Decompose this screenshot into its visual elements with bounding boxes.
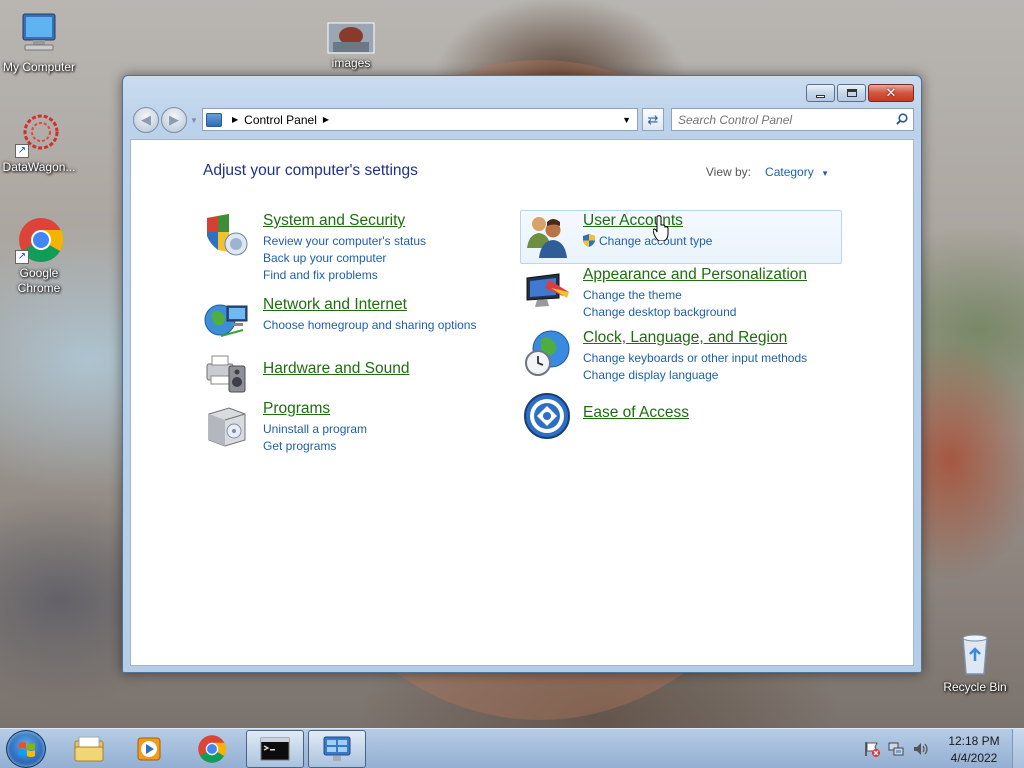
desktop-icon-label: DataWagon... <box>2 160 76 174</box>
image-file-icon <box>327 22 375 54</box>
back-button[interactable]: ◀ <box>133 107 159 133</box>
control-panel-window: ✕ ◀ ▶ ▼ ▶ Control Panel ▶ ▼ ⇄ Adjust you… <box>122 75 922 673</box>
chrome-icon: ↗ <box>15 216 64 264</box>
find-and-fix-problems-link[interactable]: Find and fix problems <box>263 267 426 284</box>
chrome-icon <box>198 735 226 763</box>
hardware-and-sound-link[interactable]: Hardware and Sound <box>263 360 410 378</box>
printer-speaker-icon <box>206 355 246 393</box>
volume-icon[interactable] <box>912 741 928 757</box>
security-shield-icon <box>207 214 248 256</box>
desktop-icon-google-chrome[interactable]: ↗ Google Chrome <box>0 216 79 296</box>
recycle-bin-icon <box>951 630 999 678</box>
uac-shield-icon <box>583 234 595 247</box>
view-by-dropdown[interactable]: Category ▼ <box>765 165 829 179</box>
desktop-icon-label: Google Chrome <box>17 266 61 295</box>
close-icon: ✕ <box>885 85 897 100</box>
change-display-language-link[interactable]: Change display language <box>583 367 807 384</box>
datawagon-icon: ↗ <box>15 110 63 158</box>
breadcrumb-chevron-icon[interactable]: ▶ <box>232 115 238 124</box>
change-keyboards-link[interactable]: Change keyboards or other input methods <box>583 350 807 367</box>
maximize-button[interactable] <box>837 84 866 102</box>
network-status-icon[interactable] <box>888 741 904 757</box>
search-input[interactable] <box>678 112 888 127</box>
taskbar-control-panel[interactable] <box>308 730 366 768</box>
desktop-icon-recycle-bin[interactable]: Recycle Bin <box>935 630 1015 695</box>
desktop-icon-label: images <box>331 56 371 70</box>
search-icon[interactable] <box>896 113 908 125</box>
programs-box-icon <box>208 407 246 447</box>
review-computer-status-link[interactable]: Review your computer's status <box>263 233 426 250</box>
get-programs-link[interactable]: Get programs <box>263 438 367 455</box>
desktop-icon-my-computer[interactable]: My Computer <box>0 10 79 75</box>
nav-arrows: ◀ ▶ ▼ <box>133 107 198 133</box>
network-globe-icon <box>204 304 248 337</box>
system-and-security-link[interactable]: System and Security <box>263 212 405 230</box>
command-prompt-icon <box>260 737 290 761</box>
ease-of-access-link[interactable]: Ease of Access <box>583 404 689 422</box>
navigation-bar: ◀ ▶ ▼ ▶ Control Panel ▶ ▼ ⇄ <box>130 107 914 135</box>
clock-globe-icon <box>525 330 570 376</box>
action-center-flag-icon[interactable] <box>864 741 880 757</box>
change-theme-link[interactable]: Change the theme <box>583 287 736 304</box>
start-button[interactable] <box>6 730 46 768</box>
change-account-type-link[interactable]: Change account type <box>583 233 712 250</box>
minimize-icon <box>816 94 825 98</box>
appearance-and-personalization-link[interactable]: Appearance and Personalization <box>583 266 807 284</box>
dropdown-arrow-icon: ▼ <box>821 169 829 178</box>
breadcrumb-control-panel[interactable]: Control Panel <box>244 113 317 127</box>
computer-icon <box>15 10 63 58</box>
window-controls: ✕ <box>806 84 914 102</box>
taskbar-file-explorer[interactable] <box>60 730 118 768</box>
show-desktop-button[interactable] <box>1012 729 1024 768</box>
taskbar-media-player[interactable] <box>120 730 178 768</box>
forward-button[interactable]: ▶ <box>161 107 187 133</box>
forward-arrow-icon: ▶ <box>169 112 179 127</box>
media-player-icon <box>137 737 161 761</box>
view-by-label: View by: <box>705 165 751 179</box>
address-dropdown-button[interactable]: ▼ <box>616 115 637 125</box>
windows-logo-icon <box>19 742 35 757</box>
taskbar-command-prompt[interactable] <box>246 730 304 768</box>
system-tray <box>864 741 928 757</box>
view-by-value: Category <box>765 165 814 179</box>
shortcut-arrow-icon: ↗ <box>15 250 29 264</box>
file-explorer-icon <box>74 736 104 762</box>
desktop-icon-datawagon[interactable]: ↗ DataWagon... <box>0 110 79 175</box>
clock-time: 12:18 PM <box>948 734 1000 748</box>
hand-cursor-icon <box>653 215 669 241</box>
shortcut-arrow-icon: ↗ <box>15 144 29 158</box>
uninstall-program-link[interactable]: Uninstall a program <box>263 421 367 438</box>
back-up-computer-link[interactable]: Back up your computer <box>263 250 426 267</box>
maximize-icon <box>846 89 857 97</box>
refresh-icon: ⇄ <box>647 111 659 127</box>
recent-pages-button[interactable]: ▼ <box>190 116 198 125</box>
ease-of-access-icon <box>524 393 570 439</box>
back-arrow-icon: ◀ <box>141 112 151 127</box>
desktop-icon-label: My Computer <box>2 60 76 74</box>
homegroup-sharing-link[interactable]: Choose homegroup and sharing options <box>263 317 476 334</box>
control-panel-icon <box>323 736 351 761</box>
desktop-icon-images[interactable]: images <box>311 22 391 71</box>
clock-date: 4/4/2022 <box>950 751 998 765</box>
close-button[interactable]: ✕ <box>868 84 914 102</box>
page-title: Adjust your computer's settings <box>203 162 418 179</box>
taskbar: 12:18 PM 4/4/2022 <box>0 728 1024 768</box>
taskbar-chrome[interactable] <box>183 730 241 768</box>
clock-language-region-link[interactable]: Clock, Language, and Region <box>583 329 787 347</box>
minimize-button[interactable] <box>806 84 835 102</box>
refresh-button[interactable]: ⇄ <box>642 108 664 131</box>
desktop-icon-label: Recycle Bin <box>943 680 1007 694</box>
search-box[interactable] <box>671 108 914 131</box>
content-area: Adjust your computer's settings View by:… <box>130 139 914 666</box>
user-accounts-icon <box>527 217 567 258</box>
change-desktop-background-link[interactable]: Change desktop background <box>583 304 736 321</box>
network-and-internet-link[interactable]: Network and Internet <box>263 296 407 314</box>
address-bar[interactable]: ▶ Control Panel ▶ ▼ <box>202 108 638 131</box>
control-panel-icon <box>206 112 222 127</box>
breadcrumb-chevron-icon[interactable]: ▶ <box>323 115 329 124</box>
programs-link[interactable]: Programs <box>263 400 330 418</box>
appearance-monitor-icon <box>526 273 569 307</box>
taskbar-clock[interactable]: 12:18 PM 4/4/2022 <box>940 733 1008 767</box>
